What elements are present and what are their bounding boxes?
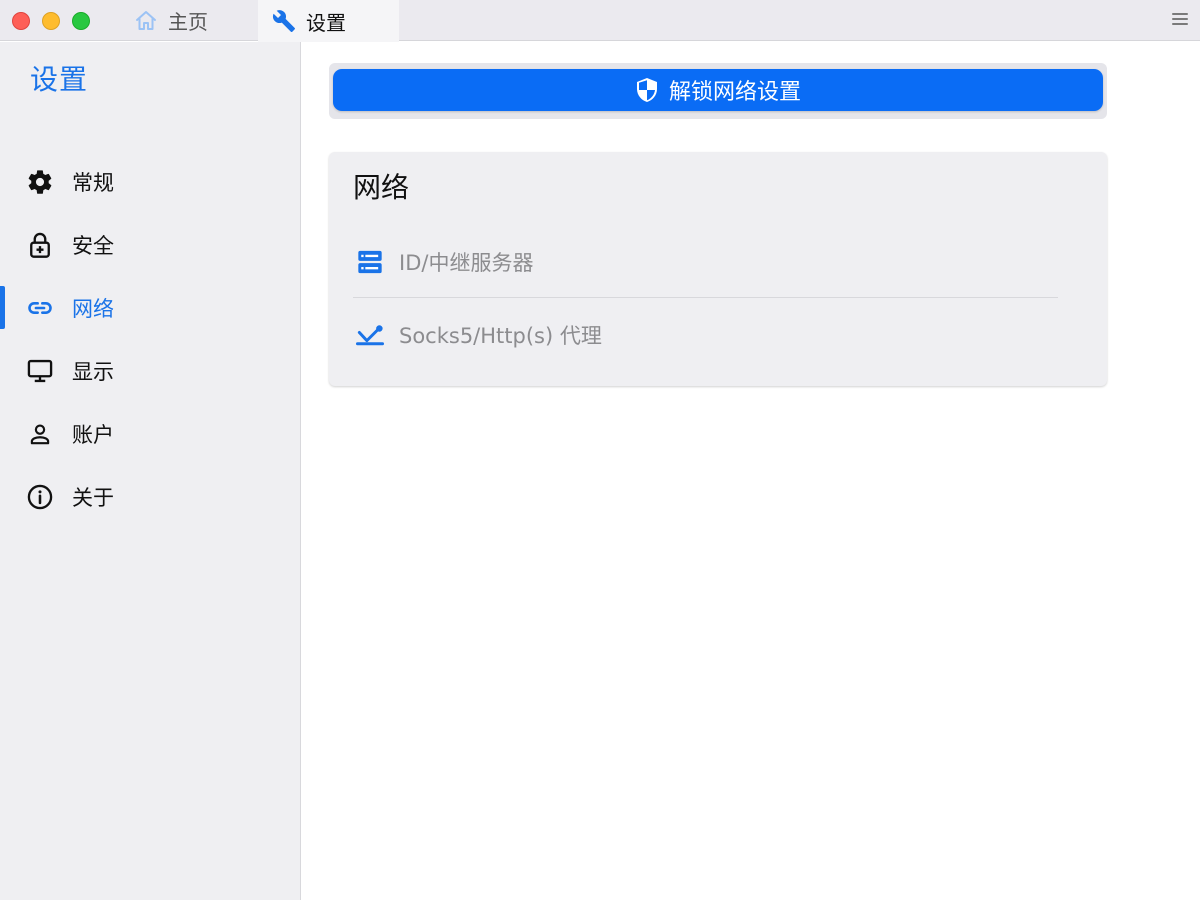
card-title: 网络 — [353, 171, 410, 204]
id-relay-server-row[interactable]: ID/中继服务器 — [355, 232, 1059, 292]
unlock-network-settings-button[interactable]: 解锁网络设置 — [333, 69, 1103, 111]
sidebar-nav: 常规 安全 网络 显示 账户 关于 — [0, 150, 300, 528]
sidebar-item-network[interactable]: 网络 — [0, 276, 300, 339]
socks5-proxy-row[interactable]: Socks5/Http(s) 代理 — [355, 305, 1059, 365]
unlock-button-label: 解锁网络设置 — [668, 80, 801, 105]
tab-home[interactable]: 主页 — [120, 0, 258, 41]
server-icon — [355, 247, 385, 277]
link-icon — [26, 294, 54, 322]
sidebar-item-label: 关于 — [72, 485, 114, 510]
gear-icon — [26, 168, 54, 196]
sidebar-title: 设置 — [30, 63, 89, 96]
sidebar-item-security[interactable]: 安全 — [0, 213, 300, 276]
lock-icon — [26, 231, 54, 259]
home-icon — [134, 9, 158, 33]
sidebar-item-label: 网络 — [72, 296, 114, 321]
app-window: 主页 设置 设置 常规 安全 网络 显示 账户 关于 解锁网络设置 网络 ID/… — [0, 0, 1200, 900]
divider — [353, 297, 1058, 298]
sidebar-item-label: 账户 — [72, 422, 114, 447]
unlock-section: 解锁网络设置 — [329, 63, 1107, 119]
monitor-icon — [26, 357, 54, 385]
tab-settings[interactable]: 设置 — [258, 0, 399, 42]
title-bar: 主页 设置 — [0, 0, 1200, 42]
tab-settings-label: 设置 — [306, 10, 346, 35]
sidebar: 设置 常规 安全 网络 显示 账户 关于 — [0, 42, 301, 900]
sidebar-item-display[interactable]: 显示 — [0, 339, 300, 402]
close-window-button[interactable] — [12, 12, 30, 30]
maximize-window-button[interactable] — [72, 12, 90, 30]
hamburger-menu-icon[interactable] — [1172, 13, 1188, 27]
wrench-icon — [272, 9, 296, 33]
sidebar-item-label: 安全 — [72, 233, 114, 258]
network-settings-card: 网络 ID/中继服务器 Socks5/Http(s) 代理 — [329, 152, 1107, 386]
shield-icon — [635, 77, 659, 103]
person-icon — [26, 420, 54, 448]
main-content: 解锁网络设置 网络 ID/中继服务器 Socks5/Http(s) 代理 — [301, 42, 1200, 900]
row-label: ID/中继服务器 — [399, 251, 534, 275]
sidebar-item-label: 显示 — [72, 359, 114, 384]
minimize-window-button[interactable] — [42, 12, 60, 30]
sidebar-item-about[interactable]: 关于 — [0, 465, 300, 528]
sidebar-item-general[interactable]: 常规 — [0, 150, 300, 213]
tab-home-label: 主页 — [168, 10, 208, 34]
info-icon — [26, 483, 54, 511]
sidebar-item-label: 常规 — [72, 170, 114, 195]
sidebar-item-account[interactable]: 账户 — [0, 402, 300, 465]
row-label: Socks5/Http(s) 代理 — [399, 324, 602, 348]
proxy-icon — [355, 320, 385, 350]
